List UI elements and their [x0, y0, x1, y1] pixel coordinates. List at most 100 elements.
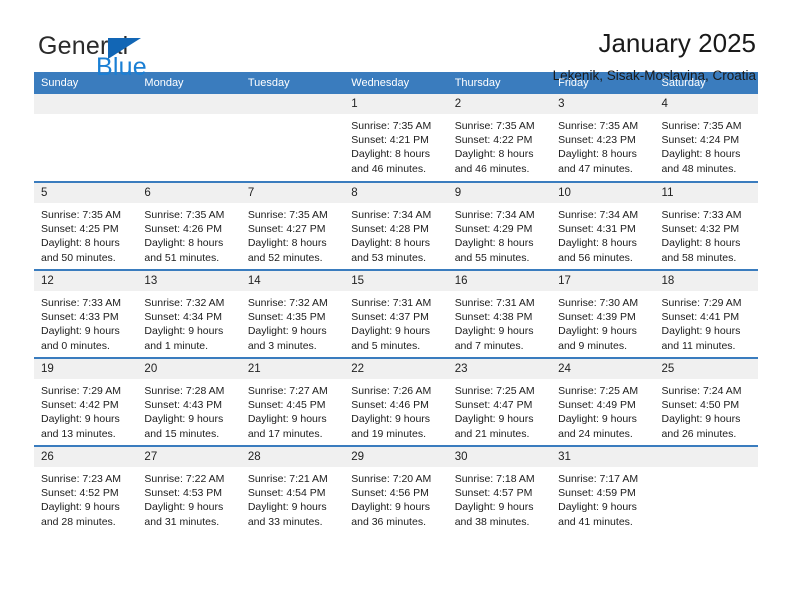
day-cell[interactable]: 23 Sunrise: 7:25 AM Sunset: 4:47 PM Dayl… [447, 357, 552, 446]
weekday-header-wednesday: Wednesday [344, 72, 448, 94]
day-cell[interactable]: 5 Sunrise: 7:35 AM Sunset: 4:25 PM Dayli… [34, 181, 138, 270]
day-number: 23 [447, 359, 552, 379]
day-cell[interactable] [654, 445, 758, 534]
calendar-page: General Blue January 2025 Lekenik, Sisak… [0, 0, 792, 612]
day-details: Sunrise: 7:35 AM Sunset: 4:21 PM Dayligh… [344, 114, 447, 176]
day-cell[interactable]: 24 Sunrise: 7:25 AM Sunset: 4:49 PM Dayl… [551, 357, 655, 446]
daylight-text-line1: Daylight: 9 hours [351, 413, 431, 426]
day-cell[interactable]: 22 Sunrise: 7:26 AM Sunset: 4:46 PM Dayl… [344, 357, 448, 446]
daylight-text-line1: Daylight: 9 hours [454, 501, 534, 514]
day-cell[interactable]: 12 Sunrise: 7:33 AM Sunset: 4:33 PM Dayl… [34, 269, 138, 358]
daylight-text-line2: and 47 minutes. [558, 162, 633, 175]
day-cell[interactable]: 26 Sunrise: 7:23 AM Sunset: 4:52 PM Dayl… [34, 445, 138, 534]
day-number: 3 [551, 94, 655, 114]
day-cell[interactable]: 30 Sunrise: 7:18 AM Sunset: 4:57 PM Dayl… [447, 445, 552, 534]
day-cell[interactable]: 7 Sunrise: 7:35 AM Sunset: 4:27 PM Dayli… [240, 181, 345, 270]
daylight-text-line2: and 41 minutes. [558, 515, 633, 528]
day-number: 25 [654, 359, 758, 379]
day-details: Sunrise: 7:35 AM Sunset: 4:25 PM Dayligh… [34, 203, 137, 265]
day-cell[interactable]: 6 Sunrise: 7:35 AM Sunset: 4:26 PM Dayli… [137, 181, 241, 270]
daylight-text-line2: and 24 minutes. [558, 427, 633, 440]
sunrise-text: Sunrise: 7:33 AM [41, 297, 121, 309]
general-blue-logo[interactable]: General Blue [34, 28, 234, 86]
sunrise-text: Sunrise: 7:23 AM [41, 473, 121, 485]
day-cell[interactable] [34, 94, 138, 182]
day-details: Sunrise: 7:30 AM Sunset: 4:39 PM Dayligh… [551, 291, 654, 353]
sunrise-text: Sunrise: 7:24 AM [661, 385, 742, 397]
day-number: 24 [551, 359, 655, 379]
day-number: 7 [240, 183, 345, 203]
sunrise-text: Sunrise: 7:21 AM [247, 473, 328, 485]
day-cell[interactable]: 4 Sunrise: 7:35 AM Sunset: 4:24 PM Dayli… [654, 94, 758, 182]
day-cell[interactable]: 3 Sunrise: 7:35 AM Sunset: 4:23 PM Dayli… [551, 94, 655, 182]
day-cell[interactable]: 8 Sunrise: 7:34 AM Sunset: 4:28 PM Dayli… [344, 181, 448, 270]
day-number: 30 [447, 447, 552, 467]
day-cell[interactable] [137, 94, 241, 182]
day-cell[interactable]: 14 Sunrise: 7:32 AM Sunset: 4:35 PM Dayl… [240, 269, 345, 358]
daylight-text-line2: and 0 minutes. [41, 339, 110, 352]
day-number: 28 [240, 447, 345, 467]
daylight-text-line1: Daylight: 9 hours [558, 413, 637, 426]
day-cell[interactable]: 10 Sunrise: 7:34 AM Sunset: 4:31 PM Dayl… [551, 181, 655, 270]
day-cell[interactable]: 15 Sunrise: 7:31 AM Sunset: 4:37 PM Dayl… [344, 269, 448, 358]
daylight-text-line2: and 31 minutes. [144, 515, 220, 528]
sunset-text: Sunset: 4:21 PM [351, 134, 429, 147]
day-details: Sunrise: 7:23 AM Sunset: 4:52 PM Dayligh… [34, 467, 137, 529]
sunset-text: Sunset: 4:57 PM [454, 487, 533, 500]
day-cell[interactable]: 2 Sunrise: 7:35 AM Sunset: 4:22 PM Dayli… [447, 94, 552, 182]
day-cell[interactable]: 19 Sunrise: 7:29 AM Sunset: 4:42 PM Dayl… [34, 357, 138, 446]
sunset-text: Sunset: 4:49 PM [558, 399, 636, 412]
day-cell[interactable]: 27 Sunrise: 7:22 AM Sunset: 4:53 PM Dayl… [137, 445, 241, 534]
sunset-text: Sunset: 4:29 PM [454, 223, 533, 236]
sunrise-text: Sunrise: 7:34 AM [454, 209, 535, 221]
page-title: January 2025 [598, 28, 756, 58]
calendar-body: 1 Sunrise: 7:35 AM Sunset: 4:21 PM Dayli… [34, 94, 758, 534]
day-number: 12 [34, 271, 138, 291]
sunset-text: Sunset: 4:38 PM [454, 311, 533, 324]
day-details: Sunrise: 7:29 AM Sunset: 4:41 PM Dayligh… [655, 291, 758, 353]
day-cell[interactable]: 1 Sunrise: 7:35 AM Sunset: 4:21 PM Dayli… [344, 94, 448, 182]
sunset-text: Sunset: 4:27 PM [247, 223, 326, 236]
sunset-text: Sunset: 4:33 PM [41, 311, 119, 324]
sunrise-text: Sunrise: 7:34 AM [558, 209, 639, 221]
day-cell[interactable]: 31 Sunrise: 7:17 AM Sunset: 4:59 PM Dayl… [551, 445, 655, 534]
sunrise-text: Sunrise: 7:20 AM [351, 473, 432, 485]
sunset-text: Sunset: 4:41 PM [661, 311, 740, 324]
sunrise-text: Sunrise: 7:35 AM [454, 120, 535, 132]
daylight-text-line1: Daylight: 9 hours [661, 325, 741, 338]
sunrise-text: Sunrise: 7:35 AM [351, 120, 432, 132]
sunrise-sunset-calendar: Sunday Monday Tuesday Wednesday Thursday… [34, 72, 758, 534]
day-cell[interactable] [240, 94, 345, 182]
day-cell[interactable]: 9 Sunrise: 7:34 AM Sunset: 4:29 PM Dayli… [447, 181, 552, 270]
day-cell[interactable]: 13 Sunrise: 7:32 AM Sunset: 4:34 PM Dayl… [137, 269, 241, 358]
day-cell[interactable]: 21 Sunrise: 7:27 AM Sunset: 4:45 PM Dayl… [240, 357, 345, 446]
day-number: 11 [654, 183, 758, 203]
sunrise-text: Sunrise: 7:27 AM [247, 385, 328, 397]
day-number: 18 [654, 271, 758, 291]
sunrise-text: Sunrise: 7:18 AM [454, 473, 535, 485]
day-details: Sunrise: 7:17 AM Sunset: 4:59 PM Dayligh… [551, 467, 654, 529]
day-details: Sunrise: 7:31 AM Sunset: 4:38 PM Dayligh… [448, 291, 551, 353]
day-cell[interactable]: 28 Sunrise: 7:21 AM Sunset: 4:54 PM Dayl… [240, 445, 345, 534]
sunset-text: Sunset: 4:31 PM [558, 223, 636, 236]
sunset-text: Sunset: 4:24 PM [661, 134, 740, 147]
day-cell[interactable]: 11 Sunrise: 7:33 AM Sunset: 4:32 PM Dayl… [654, 181, 758, 270]
day-cell[interactable]: 20 Sunrise: 7:28 AM Sunset: 4:43 PM Dayl… [137, 357, 241, 446]
day-cell[interactable]: 25 Sunrise: 7:24 AM Sunset: 4:50 PM Dayl… [654, 357, 758, 446]
day-cell[interactable]: 17 Sunrise: 7:30 AM Sunset: 4:39 PM Dayl… [551, 269, 655, 358]
day-cell[interactable]: 18 Sunrise: 7:29 AM Sunset: 4:41 PM Dayl… [654, 269, 758, 358]
daylight-text-line1: Daylight: 8 hours [41, 237, 120, 250]
day-cell[interactable]: 29 Sunrise: 7:20 AM Sunset: 4:56 PM Dayl… [344, 445, 448, 534]
daylight-text-line1: Daylight: 9 hours [144, 325, 224, 338]
day-number: 26 [34, 447, 138, 467]
page-header: General Blue January 2025 Lekenik, Sisak… [34, 0, 758, 83]
day-details: Sunrise: 7:32 AM Sunset: 4:35 PM Dayligh… [241, 291, 344, 353]
day-number: 20 [137, 359, 241, 379]
daylight-text-line1: Daylight: 8 hours [247, 237, 327, 250]
day-number: 27 [137, 447, 241, 467]
calendar-week-row: 1 Sunrise: 7:35 AM Sunset: 4:21 PM Dayli… [34, 94, 758, 182]
sunrise-text: Sunrise: 7:31 AM [454, 297, 535, 309]
sunset-text: Sunset: 4:22 PM [454, 134, 533, 147]
calendar-week-row: 12 Sunrise: 7:33 AM Sunset: 4:33 PM Dayl… [34, 269, 758, 358]
day-cell[interactable]: 16 Sunrise: 7:31 AM Sunset: 4:38 PM Dayl… [447, 269, 552, 358]
